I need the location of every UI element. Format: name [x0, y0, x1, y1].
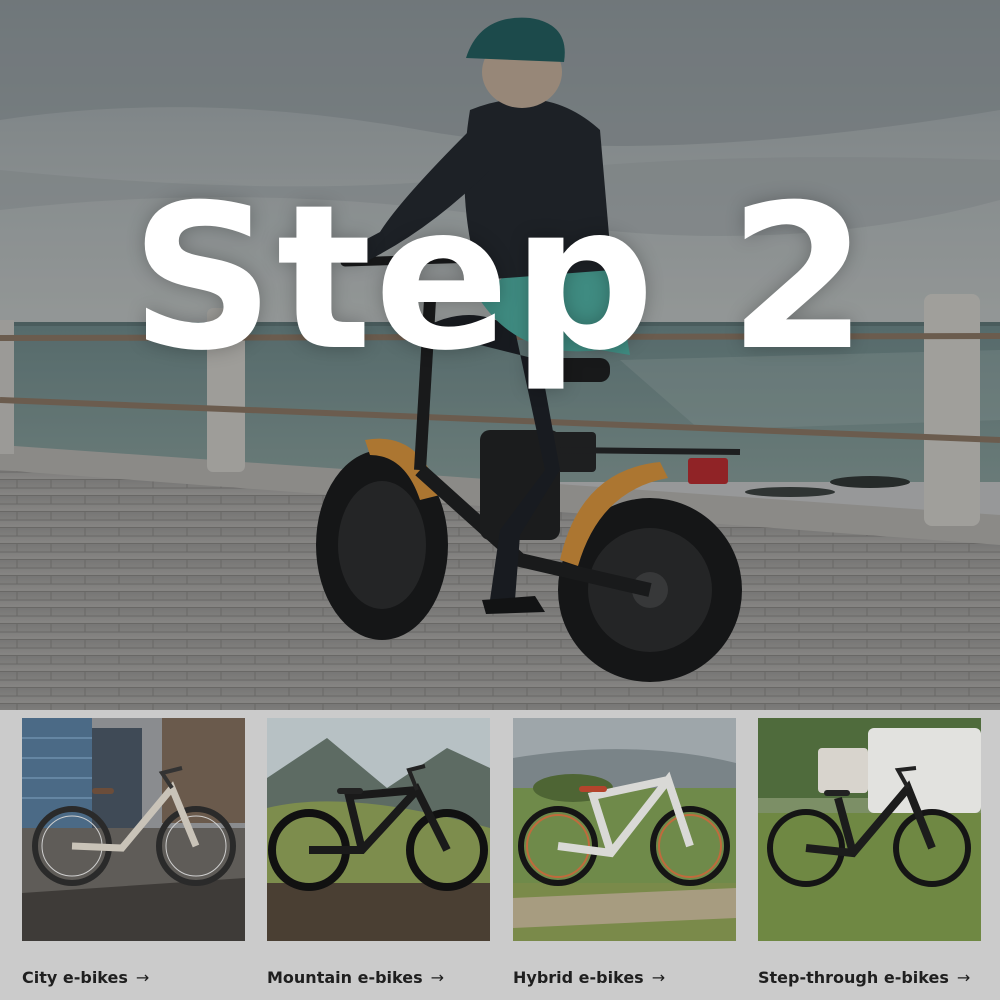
arrow-right-icon: →	[651, 968, 666, 987]
category-label-mountain: Mountain e-bikes →	[267, 968, 444, 987]
step-through-ebike-photo	[758, 718, 981, 941]
category-card-city[interactable]: City e-bikes →	[22, 718, 245, 988]
hybrid-ebike-photo	[513, 718, 736, 941]
category-label-step-through: Step-through e-bikes →	[758, 968, 970, 987]
arrow-right-icon: →	[430, 968, 445, 987]
hero-banner: Step 2	[0, 0, 1000, 710]
city-ebike-photo	[22, 718, 245, 941]
category-title: Mountain e-bikes	[267, 968, 423, 987]
category-title: City e-bikes	[22, 968, 128, 987]
category-card-mountain[interactable]: Mountain e-bikes →	[267, 718, 490, 988]
category-title: Step-through e-bikes	[758, 968, 949, 987]
arrow-right-icon: →	[135, 968, 150, 987]
arrow-right-icon: →	[956, 968, 971, 987]
category-card-hybrid[interactable]: Hybrid e-bikes →	[513, 718, 736, 988]
step-page: Step 2 City e-bikes → Mountain e-bikes →…	[0, 0, 1000, 1000]
category-label-city: City e-bikes →	[22, 968, 149, 987]
category-strip: City e-bikes → Mountain e-bikes → Hybrid…	[0, 710, 1000, 1000]
mountain-ebike-photo	[267, 718, 490, 941]
category-label-hybrid: Hybrid e-bikes →	[513, 968, 665, 987]
category-card-step-through[interactable]: Step-through e-bikes →	[758, 718, 981, 988]
category-title: Hybrid e-bikes	[513, 968, 644, 987]
step-title: Step 2	[130, 162, 870, 395]
